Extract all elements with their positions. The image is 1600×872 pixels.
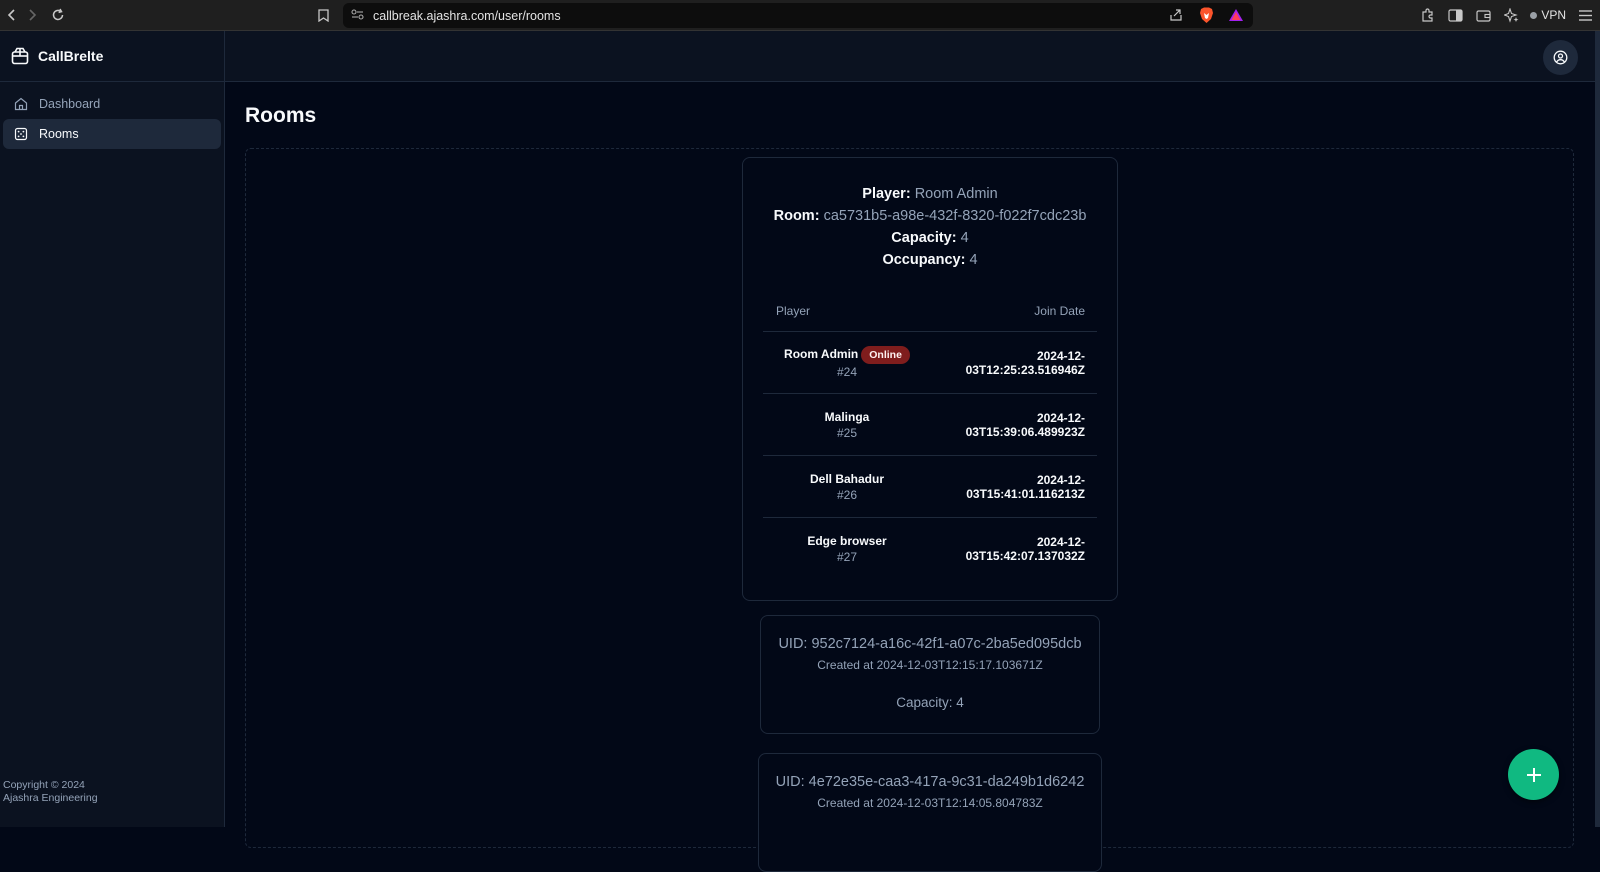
- copyright-line: Copyright © 2024: [3, 779, 85, 791]
- room-uid: UID: 4e72e35e-caa3-417a-9c31-da249b1d624…: [775, 774, 1085, 790]
- player-name: Edge browser: [807, 534, 887, 548]
- brand-name: CallBrelte: [38, 48, 104, 64]
- brave-shield-icon[interactable]: [1197, 6, 1215, 24]
- sidebar-item-label: Rooms: [39, 127, 79, 141]
- players-table: Player Join Date Room Admin Online #24 20…: [763, 291, 1097, 580]
- table-row: Room Admin Online #24 2024-12-03T12:25:23…: [763, 332, 1097, 394]
- room-uid: UID: 952c7124-a16c-42f1-a07c-2ba5ed095dc…: [778, 636, 1082, 652]
- player-name: Malinga: [824, 409, 870, 424]
- player-name: Room Admin: [784, 346, 859, 361]
- occupancy-value: 4: [969, 252, 978, 268]
- browser-toolbar: callbreak.ajashra.com/user/rooms VPN: [0, 0, 1600, 31]
- join-date: 2024-12-03T15:41:01.116213Z: [966, 472, 1085, 501]
- menu-icon[interactable]: [1576, 4, 1594, 26]
- package-icon: [11, 47, 29, 65]
- table-row: Dell Bahadur #26 2024-12-03T15:41:01.116…: [763, 456, 1097, 518]
- site-settings-icon[interactable]: [351, 8, 369, 23]
- reload-icon[interactable]: [46, 3, 70, 27]
- table-row: Edge browser #27 2024-12-03T15:42:07.137…: [763, 518, 1097, 580]
- user-menu-button[interactable]: [1543, 40, 1578, 75]
- table-row: Malinga #25 2024-12-03T15:39:06.489923Z: [763, 394, 1097, 456]
- player-id: #24: [836, 364, 858, 379]
- join-date: 2024-12-03T15:42:07.137032Z: [965, 535, 1085, 563]
- company-name: Ajashra Engineering: [3, 792, 98, 804]
- column-header-player: Player: [776, 304, 811, 318]
- sidebar: CallBrelte Dashboard Rooms Copyright © 2…: [0, 31, 225, 827]
- vpn-button[interactable]: VPN: [1530, 4, 1566, 26]
- sidebar-toggle-icon[interactable]: [1446, 4, 1464, 26]
- sidebar-nav: Dashboard Rooms: [0, 82, 224, 156]
- plus-icon: [1526, 767, 1541, 782]
- sidebar-item-label: Dashboard: [39, 97, 101, 111]
- user-circle-icon: [1553, 50, 1568, 65]
- capacity-label: Capacity:: [891, 230, 957, 246]
- room-card[interactable]: UID: 952c7124-a16c-42f1-a07c-2ba5ed095dc…: [760, 615, 1100, 734]
- share-icon[interactable]: [1167, 6, 1185, 24]
- forward-icon[interactable]: [20, 3, 44, 27]
- player-name: Dell Bahadur: [809, 471, 884, 486]
- brave-rewards-icon[interactable]: [1227, 6, 1245, 24]
- home-icon: [14, 97, 28, 111]
- address-bar[interactable]: callbreak.ajashra.com/user/rooms: [343, 3, 1253, 28]
- occupancy-label: Occupancy:: [882, 252, 966, 268]
- room-card[interactable]: UID: 4e72e35e-caa3-417a-9c31-da249b1d624…: [758, 753, 1102, 872]
- player-id: #26: [836, 487, 858, 502]
- extensions-icon[interactable]: [1418, 4, 1436, 26]
- join-date: 2024-12-03T15:39:06.489923Z: [965, 410, 1085, 439]
- page-scrollbar[interactable]: [1595, 31, 1600, 827]
- room-created-at: Created at 2024-12-03T12:14:05.804783Z: [817, 796, 1043, 810]
- create-room-button[interactable]: [1508, 749, 1559, 800]
- dice-icon: [14, 127, 28, 141]
- capacity-value: 4: [960, 230, 969, 246]
- player-id: #25: [836, 425, 858, 440]
- url-text[interactable]: callbreak.ajashra.com/user/rooms: [373, 9, 561, 23]
- sidebar-item-dashboard[interactable]: Dashboard: [3, 89, 221, 119]
- sidebar-item-rooms[interactable]: Rooms: [3, 119, 221, 149]
- bookmark-icon[interactable]: [312, 4, 334, 26]
- room-info: Player: Room Admin Room: ca5731b5-a98e-4…: [743, 158, 1117, 271]
- table-header: Player Join Date: [763, 291, 1097, 332]
- top-bar: [225, 31, 1595, 82]
- player-label: Player:: [862, 186, 911, 202]
- current-room-card: Player: Room Admin Room: ca5731b5-a98e-4…: [742, 157, 1118, 601]
- join-date: 2024-12-03T12:25:23.516946Z: [965, 348, 1085, 377]
- player-id: #27: [836, 550, 858, 564]
- leo-ai-icon[interactable]: [1502, 4, 1520, 26]
- page-title: Rooms: [245, 104, 317, 127]
- room-created-at: Created at 2024-12-03T12:15:17.103671Z: [817, 658, 1043, 672]
- room-label: Room:: [773, 208, 820, 224]
- rooms-container: Player: Room Admin Room: ca5731b5-a98e-4…: [245, 148, 1574, 872]
- copyright: Copyright © 2024 Ajashra Engineering: [3, 779, 98, 805]
- wallet-icon[interactable]: [1474, 4, 1492, 26]
- player-value: Room Admin: [914, 186, 998, 202]
- column-header-join-date: Join Date: [1034, 304, 1085, 318]
- brand[interactable]: CallBrelte: [0, 31, 224, 82]
- room-id-value: ca5731b5-a98e-432f-8320-f022f7cdc23b: [823, 208, 1087, 224]
- main-content: Rooms Player: Room Admin Room: ca5731b5-…: [225, 82, 1595, 872]
- status-badge: Online: [861, 345, 910, 364]
- room-capacity: Capacity: 4: [896, 695, 964, 710]
